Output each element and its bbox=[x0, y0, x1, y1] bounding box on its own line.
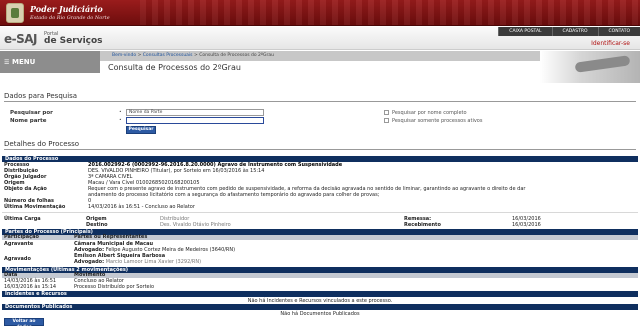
carga-recebimento-label: Recebimento bbox=[404, 222, 441, 228]
breadcrumb-text: Bem-vindo > Consultas Processuais > Cons… bbox=[112, 53, 274, 58]
partes-col-representantes: Partes ou Representantes bbox=[74, 234, 147, 240]
section-divider bbox=[4, 149, 636, 150]
portal-logo-services: de Serviços bbox=[44, 36, 103, 46]
ultima-carga-label-text: Última Carga bbox=[4, 216, 41, 222]
parte-advogado: Advogado: Marcio Lamoor Lima Xavier (329… bbox=[74, 259, 201, 265]
incidentes-header: Incidentes e Recursos bbox=[2, 291, 638, 297]
page-title: Consulta de Processos do 2ºGrau bbox=[108, 63, 241, 72]
carga-recebimento-value: 16/03/2016 bbox=[512, 222, 541, 228]
advogado-label: Advogado: bbox=[74, 259, 105, 265]
menu-button[interactable]: ☰ MENU bbox=[0, 51, 100, 73]
bullet-icon: • bbox=[119, 110, 122, 115]
documentos-header: Documentos Publicados bbox=[2, 304, 638, 310]
nav-contato[interactable]: CONTATO bbox=[597, 27, 640, 36]
breadcrumb-home[interactable]: Bem-vindo bbox=[112, 53, 136, 58]
checkbox-ativos[interactable]: Pesquisar somente processos ativos bbox=[384, 118, 482, 124]
section-divider bbox=[4, 101, 636, 102]
pesquisar-por-select[interactable]: Nome da Parte bbox=[126, 109, 264, 116]
court-crest-icon bbox=[6, 3, 24, 23]
field-value: andamento do processo licitatório com a … bbox=[88, 192, 380, 198]
nav-caixa-postal[interactable]: CAIXA POSTAL bbox=[498, 27, 552, 36]
pesquisar-por-label: Pesquisar por bbox=[10, 110, 53, 116]
checkbox-nome-completo-label: Pesquisar por nome completo bbox=[392, 110, 467, 116]
top-nav: CAIXA POSTAL CADASTRO CONTATO bbox=[498, 27, 640, 36]
checkbox-nome-completo[interactable]: Pesquisar por nome completo bbox=[384, 110, 467, 116]
court-header: Poder Judiciário Estado do Rio Grande do… bbox=[0, 0, 640, 26]
field-label: Última Movimentação bbox=[4, 204, 66, 210]
esaj-logo[interactable]: e-SAJ bbox=[4, 32, 38, 46]
parte-role: Agravado bbox=[4, 256, 31, 262]
field-label: Objeto da Ação bbox=[4, 186, 47, 192]
parte-role-text: Agravado bbox=[4, 256, 31, 262]
parte-role: Agravante bbox=[4, 241, 33, 247]
bullet-icon: • bbox=[119, 118, 122, 123]
nome-parte-input[interactable] bbox=[126, 117, 264, 124]
field-objeto-acao: Objeto da Ação Requer com o presente agra… bbox=[4, 186, 525, 192]
mov-row-text: Processo Distribuído por Sorteio bbox=[74, 284, 155, 290]
nav-cadastro[interactable]: CADASTRO bbox=[551, 27, 598, 36]
portal-logo: Portal de Serviços bbox=[44, 31, 103, 46]
carga-destino-label: Destino bbox=[86, 222, 108, 228]
mov-row-date: 16/03/2016 às 15:14 bbox=[4, 284, 57, 290]
field-ultima-movimentacao: Última Movimentação 14/03/2016 às 16:51 -… bbox=[4, 204, 195, 210]
checkbox-icon[interactable] bbox=[384, 110, 389, 115]
nome-parte-label: Nome parte bbox=[10, 118, 47, 124]
org-subtitle: Estado do Rio Grande do Norte bbox=[30, 15, 110, 21]
gavel-image bbox=[540, 51, 640, 83]
carga-destino-value: Des. Vivaldo Otávio Pinheiro bbox=[160, 222, 231, 228]
voltar-button[interactable]: Voltar ao dados bbox=[4, 318, 44, 330]
col-header: Participação bbox=[4, 234, 39, 240]
section-detalhes: Detalhes do Processo bbox=[4, 140, 80, 148]
brand-bar: e-SAJ Portal de Serviços CAIXA POSTAL CA… bbox=[0, 27, 640, 50]
partes-col-participacao: Participação bbox=[4, 234, 39, 240]
parte-role-text: Agravante bbox=[4, 241, 34, 247]
row-divider bbox=[2, 212, 638, 213]
breadcrumb-consultas[interactable]: Consultas Processuais bbox=[143, 53, 193, 58]
header-decoration bbox=[140, 0, 640, 25]
identify-link[interactable]: Identificar-se bbox=[591, 40, 630, 47]
documentos-empty: Não há Documentos Publicados bbox=[280, 311, 360, 317]
org-title: Poder Judiciário bbox=[30, 4, 103, 14]
col-header: Partes ou Representantes bbox=[74, 234, 148, 240]
section-dados-pesquisa: Dados para Pesquisa bbox=[4, 92, 78, 100]
carga-destino-label-text: Destino bbox=[86, 222, 108, 228]
advogado-name: Marcio Lamoor Lima Xavier (3292/RN) bbox=[105, 259, 202, 265]
hamburger-icon: ☰ bbox=[4, 59, 10, 66]
pesquisar-button[interactable]: Pesquisar bbox=[126, 126, 156, 134]
checkbox-ativos-label: Pesquisar somente processos ativos bbox=[392, 118, 483, 124]
breadcrumb-current: Consulta de Processos do 2ºGrau bbox=[199, 53, 274, 58]
checkbox-icon[interactable] bbox=[384, 118, 389, 123]
ultima-carga-label: Última Carga bbox=[4, 216, 41, 222]
menu-label: MENU bbox=[12, 58, 36, 66]
carga-recebimento-label-text: Recebimento bbox=[404, 222, 441, 228]
field-value: 14/03/2016 às 16:51 - Concluso ao Relato… bbox=[88, 204, 195, 210]
